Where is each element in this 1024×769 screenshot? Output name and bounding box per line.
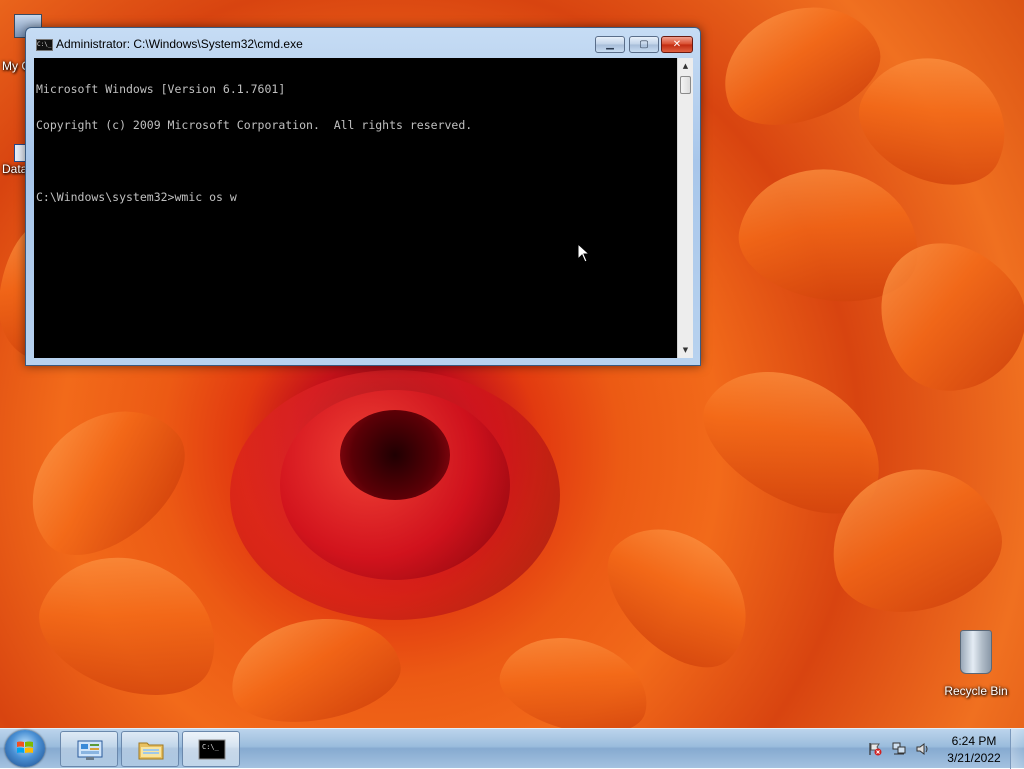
console-prompt-line[interactable]: C:\Windows\system32>wmic os w [36,191,675,203]
wallpaper-petal [1,379,209,581]
recycle-bin-icon [960,630,992,674]
scroll-thumb[interactable] [680,76,691,94]
clock-time[interactable]: 6:24 PM [940,734,1008,748]
window-title: Administrator: C:\Windows\System32\cmd.e… [56,37,303,51]
taskbar: C:\_ 6:24 PM 3/21/2022 [0,728,1024,769]
close-button[interactable]: ✕ [661,36,693,53]
minimize-button[interactable]: ▁ [595,36,625,53]
wallpaper-petal [222,605,408,728]
svg-text:C:\_: C:\_ [202,743,220,751]
cmd-window[interactable]: C:\_ Administrator: C:\Windows\System32\… [25,27,701,366]
desktop-icon-recycle-bin[interactable]: Recycle Bin [936,630,1016,698]
windows-start-icon [17,741,33,753]
cmd-icon: C:\_ [36,39,53,51]
control-panel-icon [77,740,103,760]
console-line: Copyright (c) 2009 Microsoft Corporation… [36,118,473,132]
wallpaper-flower-center [340,410,450,500]
taskbar-explorer-button[interactable] [121,731,179,767]
wallpaper-petal [490,622,660,728]
action-center-flag-icon[interactable] [868,742,882,756]
title-bar[interactable]: C:\_ Administrator: C:\Windows\System32\… [26,28,700,58]
network-icon[interactable] [892,742,906,756]
clock-date[interactable]: 3/21/2022 [940,751,1008,765]
wallpaper-petal [23,533,237,717]
volume-icon[interactable] [916,742,930,756]
desktop-icon-label: Recycle Bin [944,684,1008,698]
maximize-button[interactable]: ▢ [629,36,659,53]
show-desktop-button[interactable] [1010,729,1024,769]
start-button[interactable] [5,730,45,767]
desktop: My C Data Recycle Bin C:\_ Administrator… [0,0,1024,728]
cmd-icon: C:\_ [198,739,226,760]
scroll-down-button[interactable]: ▼ [678,342,693,358]
vertical-scrollbar[interactable]: ▲ ▼ [677,58,693,358]
taskbar-control-panel-button[interactable] [60,731,118,767]
taskbar-cmd-button[interactable]: C:\_ [182,731,240,767]
system-tray: 6:24 PM 3/21/2022 [860,729,1024,769]
console-output[interactable]: Microsoft Windows [Version 6.1.7601] Cop… [34,58,677,358]
scroll-up-button[interactable]: ▲ [678,58,693,74]
console-line: Microsoft Windows [Version 6.1.7601] [36,82,286,96]
folder-icon [138,742,164,760]
